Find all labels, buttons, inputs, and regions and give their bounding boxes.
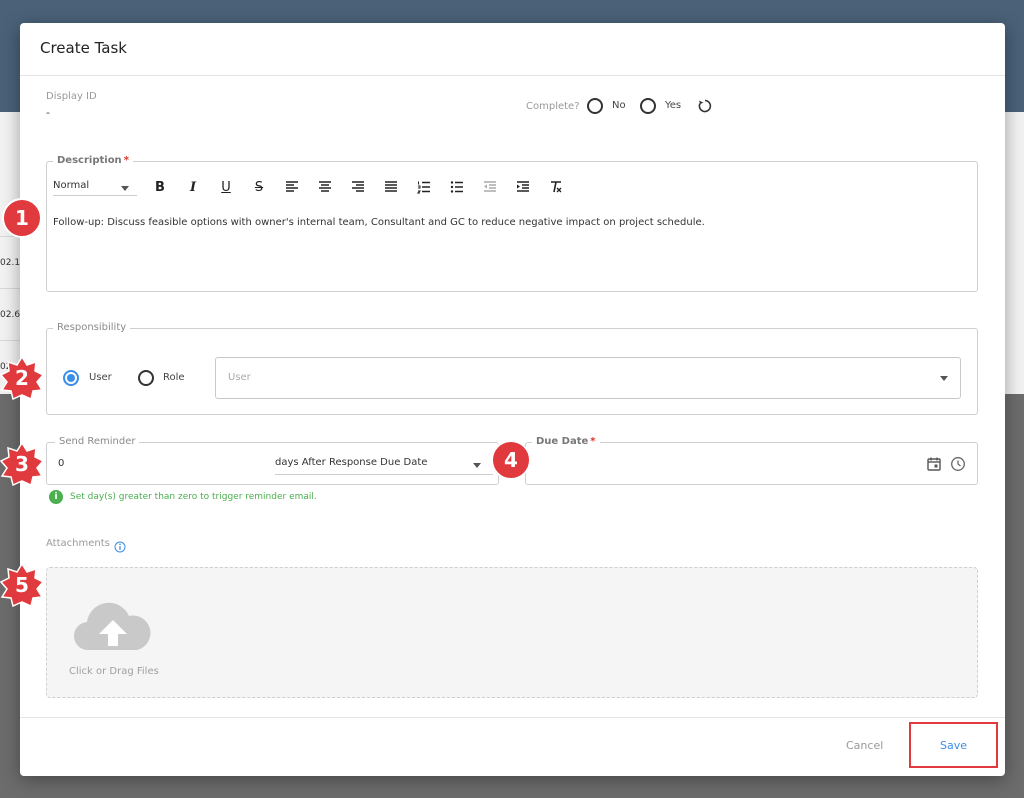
- cloud-upload-icon: [71, 596, 155, 656]
- callout-number: 3: [15, 452, 29, 476]
- format-select[interactable]: Normal: [53, 176, 137, 196]
- bullet-list-button[interactable]: [448, 178, 466, 196]
- role-radio-label: Role: [163, 372, 185, 383]
- description-label: Description: [57, 155, 122, 166]
- chevron-down-icon: [473, 463, 481, 468]
- align-center-button[interactable]: [316, 178, 334, 196]
- strikethrough-button[interactable]: S: [250, 178, 268, 196]
- user-select[interactable]: User: [215, 357, 961, 399]
- backdrop-row-divider: [0, 340, 20, 341]
- chevron-down-icon: [940, 376, 948, 381]
- cancel-button[interactable]: Cancel: [846, 739, 883, 752]
- callout-badge-2: 2: [0, 356, 44, 400]
- underline-button[interactable]: U: [217, 178, 235, 196]
- user-radio[interactable]: [63, 370, 79, 386]
- align-justify-icon: [385, 181, 397, 192]
- italic-button[interactable]: I: [184, 178, 202, 196]
- required-marker: *: [590, 436, 596, 447]
- callout-number: 5: [15, 573, 29, 597]
- dialog-title: Create Task: [40, 39, 127, 57]
- complete-label: Complete?: [526, 101, 580, 112]
- dropzone-text: Click or Drag Files: [69, 666, 159, 677]
- due-date-label: Due Date: [536, 436, 589, 447]
- align-left-icon: [286, 181, 298, 192]
- align-center-icon: [319, 181, 331, 192]
- due-date-field[interactable]: Due Date *: [525, 436, 978, 485]
- clear-format-icon: [551, 181, 562, 193]
- responsibility-label: Responsibility: [53, 322, 131, 333]
- header-divider: [20, 75, 1005, 76]
- callout-badge-1: 1: [0, 196, 44, 240]
- italic-icon: I: [189, 179, 197, 195]
- reminder-days-input[interactable]: 0: [58, 458, 64, 469]
- bullet-list-icon: [450, 181, 463, 193]
- outdent-button[interactable]: [481, 178, 499, 196]
- callout-badge-3: 3: [0, 442, 44, 486]
- backdrop-cell: 02.1: [0, 258, 21, 268]
- backdrop-row-divider: [0, 288, 20, 289]
- save-button[interactable]: Save: [909, 722, 998, 768]
- ordered-list-icon: [417, 181, 430, 194]
- footer-divider: [20, 717, 1005, 718]
- callout-badge-4: 4: [489, 438, 533, 482]
- display-id-value: -: [46, 106, 50, 119]
- attachment-dropzone[interactable]: Click or Drag Files: [46, 567, 978, 698]
- bold-button[interactable]: B: [151, 178, 169, 196]
- send-reminder-label: Send Reminder: [55, 436, 140, 447]
- align-right-icon: [352, 181, 364, 192]
- align-left-button[interactable]: [283, 178, 301, 196]
- role-radio[interactable]: [138, 370, 154, 386]
- display-id-label: Display ID: [46, 91, 97, 102]
- info-icon[interactable]: [114, 538, 126, 553]
- callout-number: 4: [504, 448, 518, 472]
- indent-button[interactable]: [514, 178, 532, 196]
- description-legend: Description *: [53, 155, 133, 166]
- due-date-legend: Due Date *: [532, 436, 600, 447]
- reset-icon[interactable]: [697, 98, 713, 114]
- attachments-label: Attachments: [46, 538, 110, 549]
- complete-yes-label: Yes: [665, 100, 682, 111]
- complete-no-label: No: [612, 100, 626, 111]
- ordered-list-button[interactable]: [415, 178, 433, 196]
- create-task-dialog: Create Task Display ID - Complete? No Ye…: [20, 23, 1005, 776]
- callout-number: 1: [15, 206, 29, 230]
- user-select-placeholder: User: [228, 372, 251, 383]
- callout-badge-5: 5: [0, 563, 44, 607]
- required-marker: *: [123, 155, 129, 166]
- complete-yes-radio[interactable]: [640, 98, 656, 114]
- clock-icon[interactable]: [950, 456, 966, 472]
- align-justify-button[interactable]: [382, 178, 400, 196]
- clear-format-button[interactable]: [547, 178, 565, 196]
- calendar-icon[interactable]: [926, 456, 942, 472]
- send-reminder-field: Send Reminder 0 days After Response Due …: [46, 436, 499, 485]
- format-select-value: Normal: [53, 180, 90, 191]
- strikethrough-icon: S: [254, 179, 264, 195]
- reminder-unit-value: days After Response Due Date: [275, 457, 428, 468]
- chevron-down-icon: [121, 186, 129, 191]
- reminder-unit-select[interactable]: days After Response Due Date: [275, 453, 493, 475]
- align-right-button[interactable]: [349, 178, 367, 196]
- responsibility-fieldset: Responsibility User Role User: [46, 322, 978, 415]
- bold-icon: B: [155, 179, 165, 195]
- reminder-hint: Set day(s) greater than zero to trigger …: [70, 492, 317, 502]
- complete-no-radio[interactable]: [587, 98, 603, 114]
- user-radio-label: User: [89, 372, 112, 383]
- description-fieldset: Description * Normal B I U S Follow-up: …: [46, 155, 978, 292]
- underline-icon: U: [221, 179, 231, 195]
- indent-icon: [517, 181, 529, 192]
- info-icon: i: [49, 490, 63, 504]
- outdent-icon: [484, 181, 496, 192]
- description-editor[interactable]: Follow-up: Discuss feasible options with…: [53, 217, 705, 228]
- callout-number: 2: [15, 366, 29, 390]
